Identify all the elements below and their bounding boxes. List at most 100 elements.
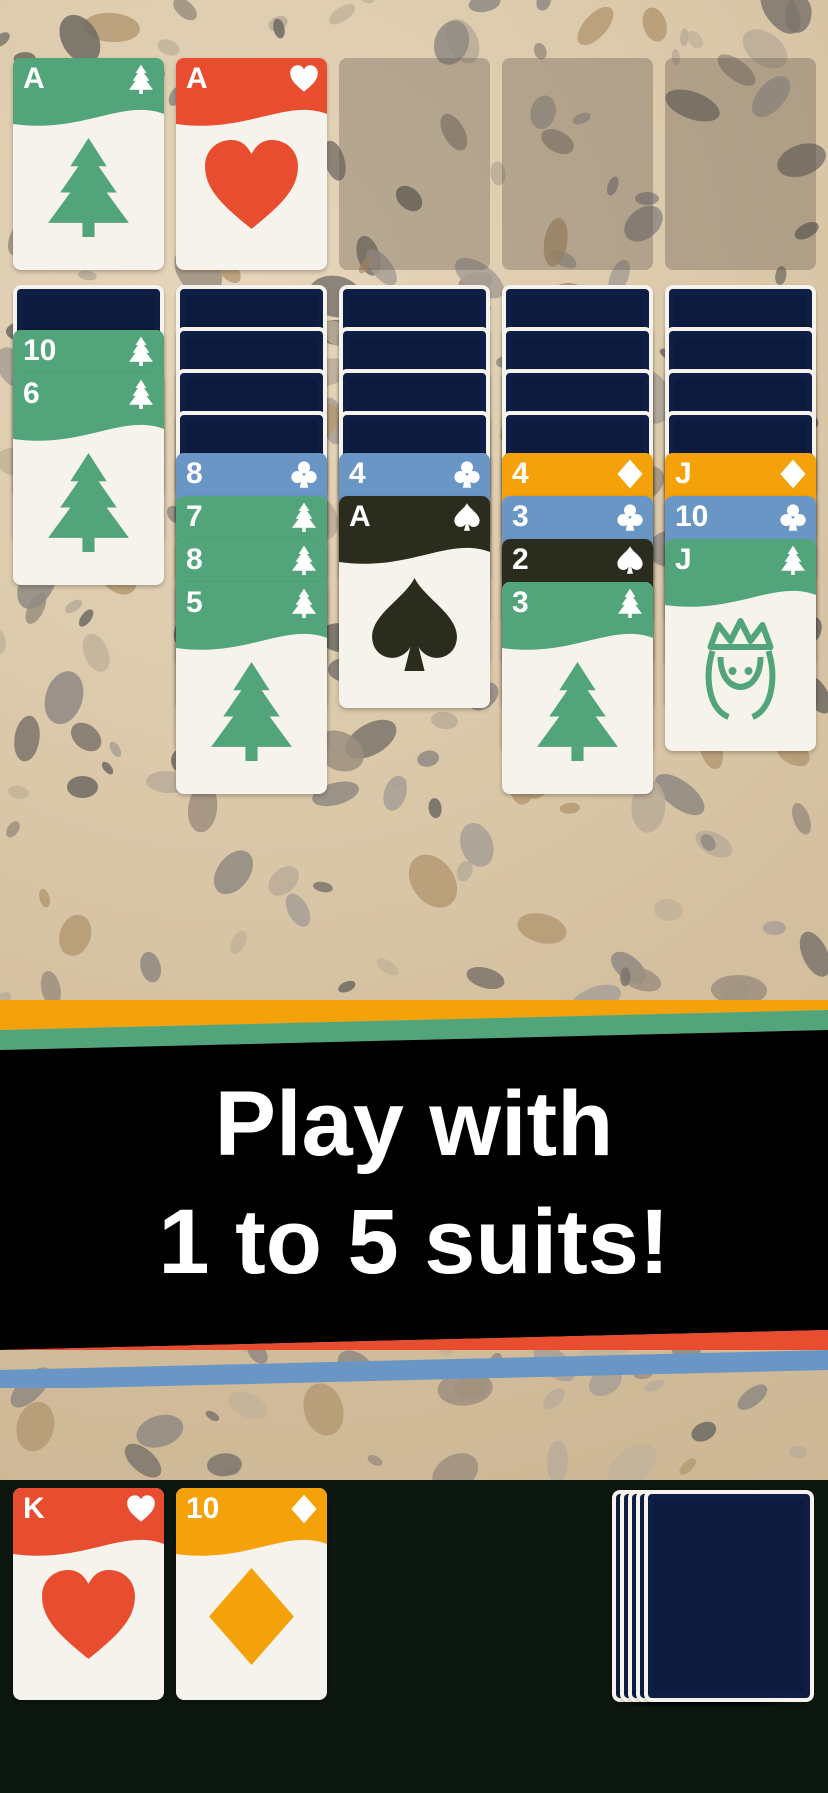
pebble <box>226 927 251 957</box>
pebble <box>280 889 316 931</box>
club-icon <box>289 459 319 489</box>
club-icon <box>615 502 645 532</box>
banner-line-2: 1 to 5 suits! <box>158 1191 670 1293</box>
pebble <box>559 802 580 815</box>
pebble <box>64 716 107 758</box>
pebble <box>599 1434 665 1480</box>
pebble <box>107 739 124 759</box>
pebble <box>762 921 786 936</box>
tree-icon <box>201 660 302 770</box>
diamond-icon <box>289 1494 319 1524</box>
spade-icon <box>615 545 645 575</box>
pebble <box>168 0 201 25</box>
pebble <box>365 1452 385 1469</box>
banner-text: Play with 1 to 5 suits! <box>0 1065 828 1301</box>
tree-icon <box>38 136 139 246</box>
card-A-tree[interactable]: A <box>13 58 164 270</box>
card-rank: 7 <box>186 500 203 533</box>
tree-icon <box>615 588 645 618</box>
pebble <box>571 0 620 52</box>
pebble <box>514 908 571 949</box>
diamond-icon <box>778 459 808 489</box>
tree-icon <box>527 660 628 770</box>
card-K-heart[interactable]: K <box>13 1488 164 1700</box>
card-rank: A <box>186 62 208 95</box>
pebble <box>99 759 116 777</box>
card-3-tree[interactable]: 3 <box>502 582 653 794</box>
pebble <box>155 36 183 59</box>
card-rank: K <box>23 1492 45 1525</box>
tree-icon <box>289 545 319 575</box>
diamond-icon <box>201 1566 302 1676</box>
diamond-icon <box>615 459 645 489</box>
card-A-spade[interactable]: A <box>339 496 490 708</box>
tree-icon <box>289 502 319 532</box>
pebble <box>620 966 631 987</box>
card-rank: 5 <box>186 586 203 619</box>
card-rank: 3 <box>512 586 529 619</box>
pebble <box>66 775 98 799</box>
pebble <box>429 710 459 731</box>
banner-line-1: Play with <box>214 1073 614 1175</box>
pebble <box>468 0 503 15</box>
card-5-tree[interactable]: 5 <box>176 582 327 794</box>
pebble <box>76 630 115 677</box>
heart-icon <box>289 64 319 94</box>
club-icon <box>778 502 808 532</box>
pebble <box>336 979 358 996</box>
card-6-tree[interactable]: 6 <box>13 373 164 585</box>
card-rank: J <box>675 457 692 490</box>
card-rank: 8 <box>186 543 203 576</box>
pebble <box>415 748 441 769</box>
card-rank: J <box>675 543 692 576</box>
pebble <box>37 666 90 729</box>
pebble <box>204 1408 222 1423</box>
card-A-heart[interactable]: A <box>176 58 327 270</box>
stock-pile[interactable] <box>644 1490 814 1702</box>
card-rank: 2 <box>512 543 529 576</box>
pebble <box>533 0 554 13</box>
pebble <box>7 784 31 801</box>
tree-icon <box>38 451 139 561</box>
pebble <box>224 1386 273 1426</box>
card-rank: 4 <box>512 457 529 490</box>
card-rank: 10 <box>186 1492 220 1525</box>
card-rank: 8 <box>186 457 203 490</box>
card-J-tree[interactable]: J <box>665 539 816 751</box>
pebble <box>77 269 98 283</box>
tree-icon <box>126 64 156 94</box>
pebble <box>398 845 467 918</box>
spade-icon <box>452 502 482 532</box>
pebble <box>425 1445 486 1480</box>
card-10-diamond[interactable]: 10 <box>176 1488 327 1700</box>
banner-stripe-blue <box>0 1350 828 1388</box>
pebble <box>37 887 52 909</box>
pebble <box>652 896 686 923</box>
pebble <box>63 596 85 616</box>
pebble <box>136 949 164 985</box>
pebble <box>311 880 334 894</box>
pebble <box>463 963 507 994</box>
card-rank: 10 <box>675 500 709 533</box>
pebble <box>788 1444 809 1459</box>
heart-icon <box>126 1494 156 1524</box>
card-rank: 10 <box>23 334 57 367</box>
card-rank: A <box>349 500 371 533</box>
tree-icon <box>126 379 156 409</box>
heart-icon <box>201 136 302 246</box>
tree-icon <box>289 588 319 618</box>
heart-icon <box>38 1566 139 1676</box>
pebble <box>76 606 97 629</box>
foundation-slot[interactable] <box>502 58 653 270</box>
pebble <box>0 627 8 656</box>
foundation-slot[interactable] <box>665 58 816 270</box>
pebble <box>427 797 443 819</box>
tree-icon <box>126 336 156 366</box>
foundation-slot[interactable] <box>339 58 490 270</box>
pebble <box>358 0 375 6</box>
club-icon <box>452 459 482 489</box>
pebble <box>0 29 12 50</box>
card-rank: 6 <box>23 377 40 410</box>
pebble <box>546 1440 569 1480</box>
jack-face-icon <box>690 617 791 727</box>
